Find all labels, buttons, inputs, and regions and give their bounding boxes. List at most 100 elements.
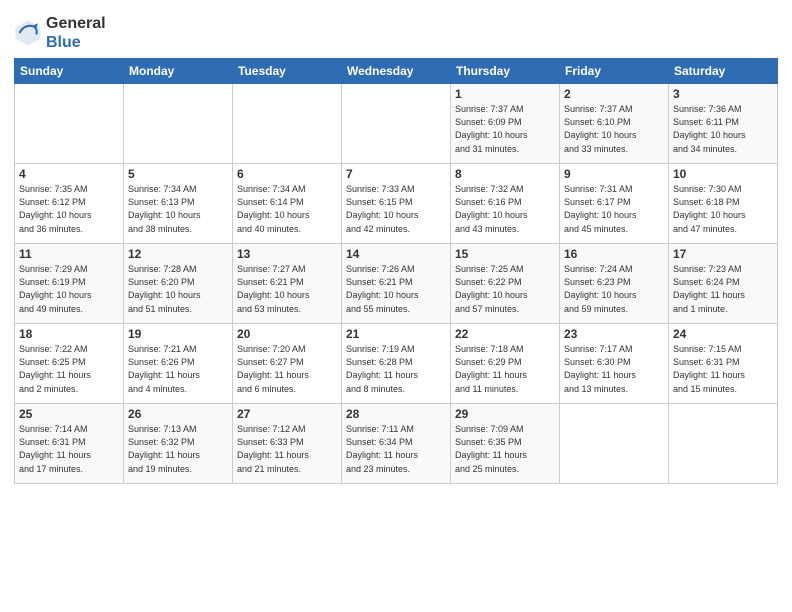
calendar-cell — [669, 404, 778, 484]
day-info: Sunrise: 7:29 AM Sunset: 6:19 PM Dayligh… — [19, 263, 119, 315]
header: General Blue — [14, 10, 778, 52]
day-info: Sunrise: 7:30 AM Sunset: 6:18 PM Dayligh… — [673, 183, 773, 235]
day-number: 27 — [237, 407, 337, 421]
calendar-cell: 14 Sunrise: 7:26 AM Sunset: 6:21 PM Dayli… — [342, 244, 451, 324]
day-number: 14 — [346, 247, 446, 261]
calendar-cell — [342, 84, 451, 164]
day-number: 9 — [564, 167, 664, 181]
week-row-4: 25 Sunrise: 7:14 AM Sunset: 6:31 PM Dayli… — [15, 404, 778, 484]
calendar-cell: 11Sunrise: 7:29 AM Sunset: 6:19 PM Dayli… — [15, 244, 124, 324]
day-number: 19 — [128, 327, 228, 341]
day-info: Sunrise: 7:21 AM Sunset: 6:26 PM Dayligh… — [128, 343, 228, 395]
header-thursday: Thursday — [451, 59, 560, 84]
day-info: Sunrise: 7:14 AM Sunset: 6:31 PM Dayligh… — [19, 423, 119, 475]
day-info: Sunrise: 7:34 AM Sunset: 6:14 PM Dayligh… — [237, 183, 337, 235]
day-info: Sunrise: 7:22 AM Sunset: 6:25 PM Dayligh… — [19, 343, 119, 395]
page-container: General Blue SundayMondayTuesdayWednesda… — [0, 0, 792, 492]
day-number: 29 — [455, 407, 555, 421]
day-info: Sunrise: 7:09 AM Sunset: 6:35 PM Dayligh… — [455, 423, 555, 475]
day-info: Sunrise: 7:28 AM Sunset: 6:20 PM Dayligh… — [128, 263, 228, 315]
header-monday: Monday — [124, 59, 233, 84]
day-number: 6 — [237, 167, 337, 181]
day-info: Sunrise: 7:25 AM Sunset: 6:22 PM Dayligh… — [455, 263, 555, 315]
day-number: 16 — [564, 247, 664, 261]
calendar-cell: 25 Sunrise: 7:14 AM Sunset: 6:31 PM Dayli… — [15, 404, 124, 484]
calendar-cell: 3Sunrise: 7:36 AM Sunset: 6:11 PM Daylig… — [669, 84, 778, 164]
calendar-cell: 4 Sunrise: 7:35 AM Sunset: 6:12 PM Daylig… — [15, 164, 124, 244]
calendar-cell: 20 Sunrise: 7:20 AM Sunset: 6:27 PM Dayli… — [233, 324, 342, 404]
day-number: 3 — [673, 87, 773, 101]
calendar-cell — [124, 84, 233, 164]
day-number: 12 — [128, 247, 228, 261]
day-info: Sunrise: 7:15 AM Sunset: 6:31 PM Dayligh… — [673, 343, 773, 395]
day-info: Sunrise: 7:17 AM Sunset: 6:30 PM Dayligh… — [564, 343, 664, 395]
day-number: 20 — [237, 327, 337, 341]
calendar-cell — [15, 84, 124, 164]
day-number: 10 — [673, 167, 773, 181]
day-info: Sunrise: 7:31 AM Sunset: 6:17 PM Dayligh… — [564, 183, 664, 235]
day-number: 26 — [128, 407, 228, 421]
calendar-cell: 21 Sunrise: 7:19 AM Sunset: 6:28 PM Dayli… — [342, 324, 451, 404]
calendar-cell: 13 Sunrise: 7:27 AM Sunset: 6:21 PM Dayli… — [233, 244, 342, 324]
day-info: Sunrise: 7:27 AM Sunset: 6:21 PM Dayligh… — [237, 263, 337, 315]
header-tuesday: Tuesday — [233, 59, 342, 84]
day-number: 13 — [237, 247, 337, 261]
day-number: 4 — [19, 167, 119, 181]
day-number: 25 — [19, 407, 119, 421]
calendar-cell: 27 Sunrise: 7:12 AM Sunset: 6:33 PM Dayli… — [233, 404, 342, 484]
day-info: Sunrise: 7:24 AM Sunset: 6:23 PM Dayligh… — [564, 263, 664, 315]
day-info: Sunrise: 7:18 AM Sunset: 6:29 PM Dayligh… — [455, 343, 555, 395]
day-info: Sunrise: 7:34 AM Sunset: 6:13 PM Dayligh… — [128, 183, 228, 235]
day-info: Sunrise: 7:37 AM Sunset: 6:10 PM Dayligh… — [564, 103, 664, 155]
day-number: 5 — [128, 167, 228, 181]
calendar-cell: 17 Sunrise: 7:23 AM Sunset: 6:24 PM Dayli… — [669, 244, 778, 324]
logo-icon — [14, 19, 42, 47]
calendar-cell: 12 Sunrise: 7:28 AM Sunset: 6:20 PM Dayli… — [124, 244, 233, 324]
week-row-3: 18 Sunrise: 7:22 AM Sunset: 6:25 PM Dayli… — [15, 324, 778, 404]
calendar-cell — [560, 404, 669, 484]
day-number: 18 — [19, 327, 119, 341]
calendar-cell: 8 Sunrise: 7:32 AM Sunset: 6:16 PM Daylig… — [451, 164, 560, 244]
logo-text: General Blue — [46, 14, 106, 52]
calendar-cell: 1Sunrise: 7:37 AM Sunset: 6:09 PM Daylig… — [451, 84, 560, 164]
day-number: 8 — [455, 167, 555, 181]
day-number: 7 — [346, 167, 446, 181]
day-number: 2 — [564, 87, 664, 101]
calendar-cell: 7Sunrise: 7:33 AM Sunset: 6:15 PM Daylig… — [342, 164, 451, 244]
day-info: Sunrise: 7:12 AM Sunset: 6:33 PM Dayligh… — [237, 423, 337, 475]
header-row: SundayMondayTuesdayWednesdayThursdayFrid… — [15, 59, 778, 84]
day-number: 17 — [673, 247, 773, 261]
day-info: Sunrise: 7:26 AM Sunset: 6:21 PM Dayligh… — [346, 263, 446, 315]
day-number: 23 — [564, 327, 664, 341]
calendar-cell: 10 Sunrise: 7:30 AM Sunset: 6:18 PM Dayli… — [669, 164, 778, 244]
calendar-cell: 22 Sunrise: 7:18 AM Sunset: 6:29 PM Dayli… — [451, 324, 560, 404]
logo: General Blue — [14, 14, 106, 52]
week-row-1: 4 Sunrise: 7:35 AM Sunset: 6:12 PM Daylig… — [15, 164, 778, 244]
header-wednesday: Wednesday — [342, 59, 451, 84]
calendar-cell: 26Sunrise: 7:13 AM Sunset: 6:32 PM Dayli… — [124, 404, 233, 484]
day-number: 21 — [346, 327, 446, 341]
day-info: Sunrise: 7:11 AM Sunset: 6:34 PM Dayligh… — [346, 423, 446, 475]
day-info: Sunrise: 7:20 AM Sunset: 6:27 PM Dayligh… — [237, 343, 337, 395]
day-number: 22 — [455, 327, 555, 341]
day-info: Sunrise: 7:23 AM Sunset: 6:24 PM Dayligh… — [673, 263, 773, 315]
day-number: 1 — [455, 87, 555, 101]
calendar-cell: 6 Sunrise: 7:34 AM Sunset: 6:14 PM Daylig… — [233, 164, 342, 244]
day-info: Sunrise: 7:32 AM Sunset: 6:16 PM Dayligh… — [455, 183, 555, 235]
day-number: 28 — [346, 407, 446, 421]
calendar-cell — [233, 84, 342, 164]
week-row-0: 1Sunrise: 7:37 AM Sunset: 6:09 PM Daylig… — [15, 84, 778, 164]
calendar-cell: 5 Sunrise: 7:34 AM Sunset: 6:13 PM Daylig… — [124, 164, 233, 244]
calendar-cell: 2 Sunrise: 7:37 AM Sunset: 6:10 PM Daylig… — [560, 84, 669, 164]
calendar-cell: 15 Sunrise: 7:25 AM Sunset: 6:22 PM Dayli… — [451, 244, 560, 324]
calendar-cell: 23 Sunrise: 7:17 AM Sunset: 6:30 PM Dayli… — [560, 324, 669, 404]
calendar-cell: 16 Sunrise: 7:24 AM Sunset: 6:23 PM Dayli… — [560, 244, 669, 324]
day-info: Sunrise: 7:19 AM Sunset: 6:28 PM Dayligh… — [346, 343, 446, 395]
day-number: 15 — [455, 247, 555, 261]
header-sunday: Sunday — [15, 59, 124, 84]
header-friday: Friday — [560, 59, 669, 84]
day-info: Sunrise: 7:35 AM Sunset: 6:12 PM Dayligh… — [19, 183, 119, 235]
calendar-table: SundayMondayTuesdayWednesdayThursdayFrid… — [14, 58, 778, 484]
calendar-cell: 24Sunrise: 7:15 AM Sunset: 6:31 PM Dayli… — [669, 324, 778, 404]
calendar-cell: 18 Sunrise: 7:22 AM Sunset: 6:25 PM Dayli… — [15, 324, 124, 404]
